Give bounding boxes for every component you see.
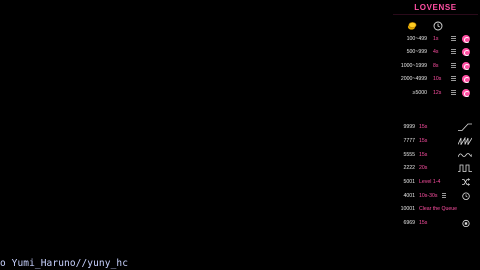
command-value: 15s bbox=[419, 124, 428, 130]
command-value: 15s bbox=[419, 220, 428, 226]
command-value: Level 1-4 bbox=[419, 179, 441, 185]
tip-duration: 10s bbox=[433, 76, 442, 82]
command-value: 15s bbox=[419, 152, 428, 158]
tip-level-row: 1000~1999 8s bbox=[391, 61, 480, 71]
special-command-row: 10001 Clear the Queue bbox=[391, 204, 480, 214]
command-value: 10s-30s bbox=[419, 193, 438, 199]
command-amount: 6969 bbox=[403, 220, 415, 226]
special-command-row: 7777 15s bbox=[391, 136, 480, 146]
intensity-bars-icon bbox=[442, 193, 446, 199]
intensity-bars-icon bbox=[451, 76, 456, 83]
tip-duration: 4s bbox=[433, 49, 439, 55]
square-pattern-icon bbox=[458, 164, 472, 172]
pulse-pattern-icon bbox=[458, 137, 472, 145]
clock-icon bbox=[433, 21, 443, 31]
tip-level-row: 500~999 4s bbox=[391, 47, 480, 57]
command-value: 15s bbox=[419, 138, 428, 144]
video-stream: o Yumi_Haruno//yuny_hc bbox=[0, 0, 390, 270]
lovense-toy-icon bbox=[462, 75, 470, 83]
coin-icon bbox=[407, 22, 417, 30]
command-amount: 5555 bbox=[403, 152, 415, 158]
lovense-toy-icon bbox=[462, 62, 470, 70]
command-value: Clear the Queue bbox=[419, 206, 458, 212]
special-command-row: 6969 15s bbox=[391, 218, 480, 228]
tip-range: 2000~4999 bbox=[400, 76, 427, 82]
command-amount: 9999 bbox=[403, 124, 415, 130]
tip-level-row: ≥5000 12s bbox=[391, 88, 480, 98]
lovense-tip-menu: LOVENSE 100~499 1s 500~999 4s 1000~1999 … bbox=[391, 0, 480, 270]
timer-icon bbox=[462, 192, 470, 200]
special-command-row: 2222 20s bbox=[391, 163, 480, 173]
intensity-bars-icon bbox=[451, 49, 456, 56]
lovense-toy-icon bbox=[462, 48, 470, 56]
tip-duration: 1s bbox=[433, 36, 439, 42]
command-value: 20s bbox=[419, 165, 428, 171]
command-amount: 2222 bbox=[403, 165, 415, 171]
tip-range: 1000~1999 bbox=[400, 63, 427, 69]
ramp-pattern-icon bbox=[458, 123, 472, 131]
intensity-bars-icon bbox=[451, 90, 456, 97]
divider bbox=[393, 14, 478, 15]
command-amount: 7777 bbox=[403, 138, 415, 144]
intensity-bars-icon bbox=[451, 63, 456, 70]
special-command-row: 9999 15s bbox=[391, 122, 480, 132]
lovense-toy-icon bbox=[462, 89, 470, 97]
command-amount: 10001 bbox=[400, 206, 415, 212]
tip-level-row: 100~499 1s bbox=[391, 34, 480, 44]
special-command-row: 4001 10s-30s bbox=[391, 191, 480, 201]
tip-duration: 12s bbox=[433, 90, 442, 96]
circle-stop-icon bbox=[462, 219, 470, 227]
command-amount: 5001 bbox=[403, 179, 415, 185]
tip-duration: 8s bbox=[433, 63, 439, 69]
tip-range: 500~999 bbox=[406, 49, 427, 55]
command-amount: 4001 bbox=[403, 193, 415, 199]
intensity-bars-icon bbox=[451, 36, 456, 43]
lovense-logo: LOVENSE bbox=[414, 3, 457, 12]
special-command-row: 5555 15s bbox=[391, 150, 480, 160]
special-command-row: 5001 Level 1-4 bbox=[391, 177, 480, 187]
stream-watermark: o Yumi_Haruno//yuny_hc bbox=[0, 258, 129, 269]
lovense-toy-icon bbox=[462, 35, 470, 43]
tip-range: ≥5000 bbox=[412, 90, 427, 96]
wave-pattern-icon bbox=[458, 153, 472, 158]
tip-level-row: 2000~4999 10s bbox=[391, 74, 480, 84]
shuffle-icon bbox=[462, 178, 471, 186]
tip-range: 100~499 bbox=[406, 36, 427, 42]
